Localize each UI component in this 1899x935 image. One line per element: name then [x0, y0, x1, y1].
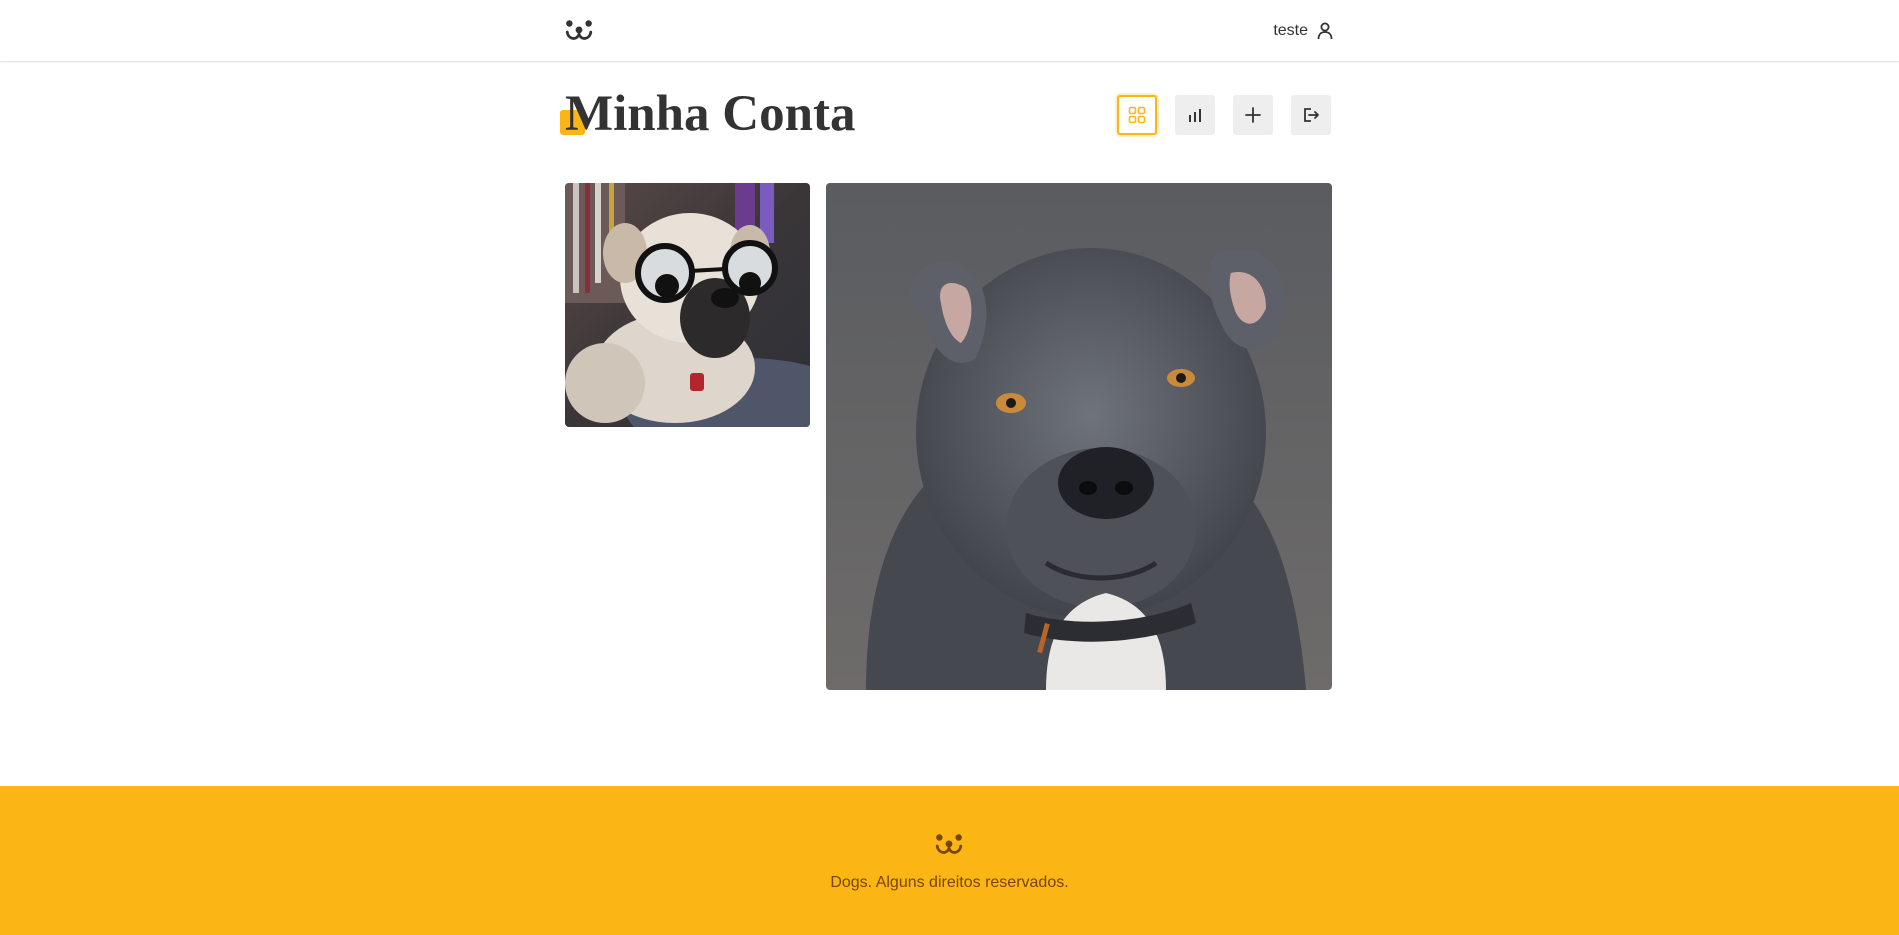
- feed-photo-glasses-dog[interactable]: [565, 183, 810, 427]
- plus-icon: [1245, 107, 1261, 123]
- dog-face-icon: [935, 834, 963, 854]
- logout-icon: [1304, 108, 1319, 122]
- grid-icon: [1128, 106, 1146, 124]
- add-photo-button[interactable]: [1233, 95, 1273, 135]
- logout-button[interactable]: [1291, 95, 1331, 135]
- page-title: Minha Conta: [565, 86, 856, 142]
- site-footer: Dogs. Alguns direitos reservados.: [0, 786, 1899, 935]
- stats-button[interactable]: [1175, 95, 1215, 135]
- pitbull-image: [826, 183, 1332, 690]
- dog-face-icon: [565, 20, 593, 40]
- feed-photo-pitbull[interactable]: [826, 183, 1332, 690]
- footer-copyright: Dogs. Alguns direitos reservados.: [830, 874, 1069, 891]
- home-logo-link[interactable]: [564, 18, 594, 44]
- account-link[interactable]: teste: [1273, 22, 1334, 40]
- username-label: teste: [1273, 22, 1308, 39]
- site-header: teste: [0, 0, 1899, 62]
- dog-glasses-image: [565, 183, 810, 427]
- bar-chart-icon: [1189, 109, 1201, 122]
- feed-button[interactable]: [1117, 95, 1157, 135]
- user-icon: [1317, 22, 1333, 40]
